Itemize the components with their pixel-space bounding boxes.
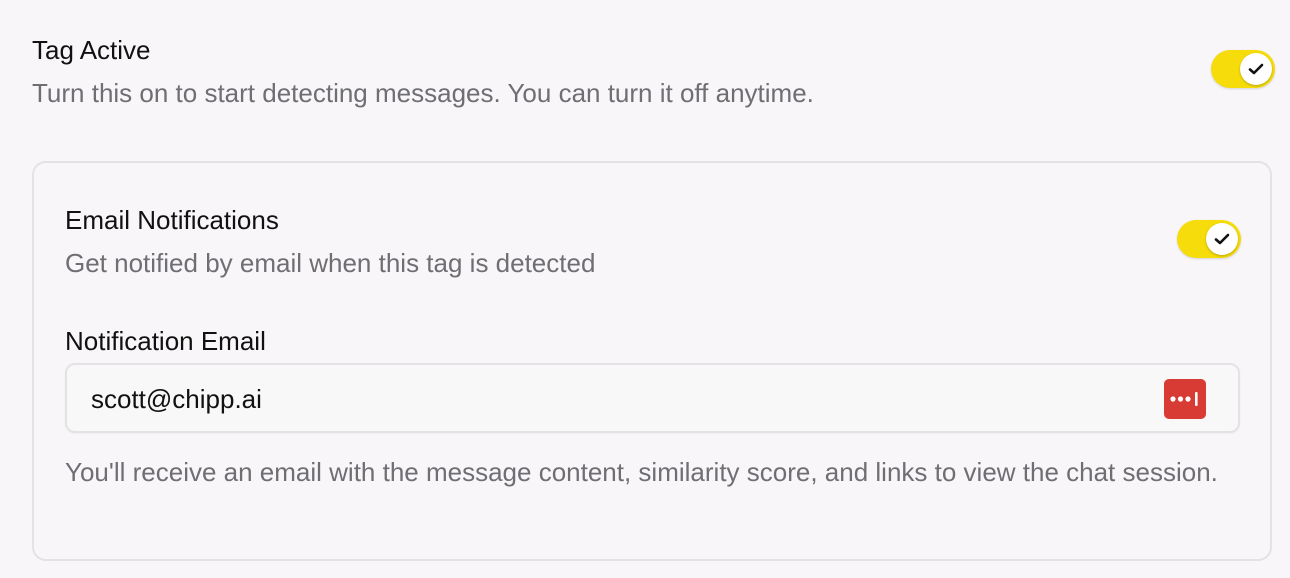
lastpass-dots-glyph — [1170, 392, 1198, 406]
tag-active-toggle[interactable] — [1211, 50, 1275, 88]
email-notifications-title: Email Notifications — [65, 205, 279, 235]
notification-email-helper-text: You'll receive an email with the message… — [65, 457, 1218, 487]
email-notifications-toggle[interactable] — [1177, 220, 1241, 258]
notification-email-input[interactable] — [91, 379, 1091, 419]
check-icon — [1214, 233, 1230, 245]
toggle-knob — [1206, 223, 1238, 255]
toggle-knob — [1240, 53, 1272, 85]
notification-email-label: Notification Email — [65, 326, 266, 356]
tag-active-description: Turn this on to start detecting messages… — [32, 78, 814, 108]
email-notifications-description: Get notified by email when this tag is d… — [65, 248, 596, 278]
lastpass-icon[interactable] — [1164, 379, 1206, 419]
tag-settings-panel: Tag Active Turn this on to start detecti… — [0, 0, 1290, 578]
tag-active-title: Tag Active — [32, 35, 151, 65]
check-icon — [1248, 63, 1264, 75]
notification-email-field[interactable] — [65, 363, 1240, 433]
